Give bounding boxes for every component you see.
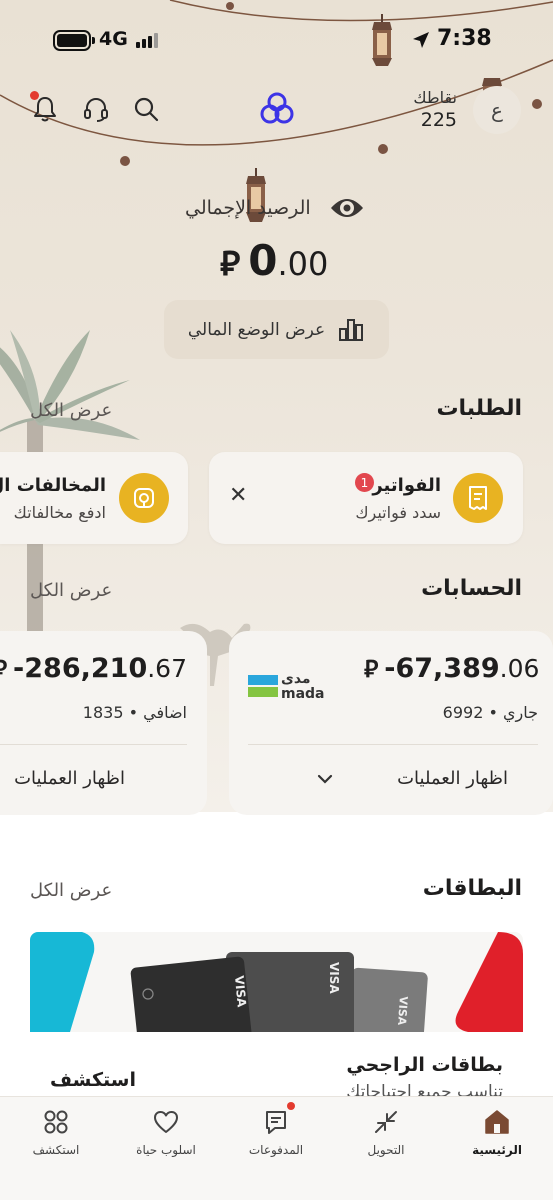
home-icon (485, 1110, 509, 1134)
nav-explore-label: استكشف (32, 1143, 80, 1157)
nav-payments-label: المدفوعات (248, 1143, 304, 1157)
close-icon[interactable]: ✕ (229, 483, 247, 508)
bar-chart-icon (339, 318, 364, 341)
credit-card-icon: VISA (130, 956, 252, 1032)
violations-subtitle: ادفع مخالفاتك (13, 503, 106, 522)
divider (248, 744, 538, 745)
bank-logo-icon (260, 92, 294, 124)
credit-card-icon: VISA (347, 967, 428, 1032)
svg-text:VISA: VISA (327, 962, 341, 994)
violations-title: المخالفات ال (0, 475, 106, 496)
balance-integer: 0 (248, 236, 278, 285)
bottom-navigation: الرئيسية التحويل المدفوعات اسلوب حياة اس… (0, 1096, 553, 1200)
nav-payments[interactable]: المدفوعات (228, 1105, 324, 1165)
transfer-icon (375, 1111, 397, 1133)
bills-subtitle: سدد فواتيرك (355, 503, 441, 522)
points-value: 225 (420, 109, 457, 131)
additional-account-show-transactions[interactable]: اظهار العمليات (14, 768, 125, 789)
avatar[interactable]: ع (473, 86, 521, 134)
bills-title: الفواتير (372, 475, 441, 496)
accounts-title: الحسابات (421, 576, 522, 601)
explore-icon (44, 1110, 68, 1134)
nav-lifestyle[interactable]: اسلوب حياة (118, 1105, 214, 1165)
current-account-show-transactions[interactable]: اظهار العمليات (397, 768, 508, 789)
additional-account-balance: ⃁ -286,210 .67 (0, 653, 187, 684)
current-account-card[interactable]: ⃁ -67,389 .06 جاري • 6992 اظهار العمليات (229, 631, 553, 815)
divider (0, 744, 187, 745)
network-label: 4G (99, 28, 128, 50)
mada-logo-ar: مدى (281, 671, 311, 687)
additional-account-balance-integer: -286,210 (13, 653, 148, 684)
search-icon (134, 97, 159, 122)
nav-lifestyle-label: اسلوب حياة (136, 1143, 196, 1157)
additional-account-balance-decimal: .67 (147, 654, 187, 683)
payments-icon (266, 1111, 286, 1134)
eye-icon[interactable] (328, 192, 366, 224)
svg-text:VISA: VISA (232, 975, 249, 1008)
nav-home-label: الرئيسية (472, 1143, 522, 1157)
clock: 7:38 (437, 26, 492, 51)
bill-icon (469, 486, 487, 510)
nav-home[interactable]: الرئيسية (449, 1105, 545, 1165)
current-account-balance-decimal: .06 (499, 654, 540, 683)
current-account-balance-integer: -67,389 (384, 653, 500, 684)
requests-title: الطلبات (436, 396, 522, 421)
points-display[interactable]: نقاطك 225 (413, 88, 457, 131)
featured-cards-title: بطاقات الراجحي (346, 1054, 503, 1076)
nav-explore[interactable]: استكشف (8, 1105, 104, 1165)
location-arrow-icon (413, 32, 429, 48)
currency-symbol: ⃁ (220, 244, 241, 284)
additional-account-type: اضافي • 1835 (82, 703, 187, 722)
status-bar: 4G 7:38 (0, 26, 553, 56)
violations-request-card[interactable]: المخالفات ال ادفع مخالفاتك (0, 452, 188, 544)
bill-icon-circle (453, 473, 503, 523)
chevron-down-icon[interactable] (316, 772, 334, 786)
bills-request-card[interactable]: الفواتير 1 سدد فواتيرك ✕ (209, 452, 523, 544)
cards-illustration: VISA VISA VISA (30, 932, 523, 1032)
mada-logo: مدى mada (248, 671, 325, 702)
nav-transfer-label: التحويل (367, 1143, 405, 1157)
svg-text:VISA: VISA (395, 996, 410, 1026)
heart-icon (154, 1111, 178, 1133)
bills-badge: 1 (355, 473, 374, 492)
violations-icon-circle (119, 473, 169, 523)
financial-overview-button[interactable]: عرض الوضع المالي (164, 300, 389, 359)
notification-dot (30, 91, 39, 100)
search-button[interactable] (131, 94, 161, 124)
points-label: نقاطك (413, 88, 457, 107)
payments-notification-dot (287, 1102, 295, 1110)
nav-transfer[interactable]: التحويل (338, 1105, 434, 1165)
current-account-balance: ⃁ -67,389 .06 (364, 653, 539, 684)
explore-card-title: استكشف (50, 1069, 136, 1091)
mada-logo-en: mada (281, 686, 325, 702)
balance-decimal: .00 (277, 245, 329, 283)
cards-info: بطاقات الراجحي تناسب جميع احتياجاتك استك… (30, 1032, 523, 1102)
signal-icon (136, 32, 162, 48)
total-balance: ⃁ 0 .00 (220, 236, 328, 285)
steering-wheel-icon (134, 488, 154, 508)
currency-symbol: ⃁ (0, 653, 7, 684)
battery-icon (53, 30, 95, 51)
cards-see-all-link[interactable]: عرض الكل (30, 880, 112, 901)
headset-icon (84, 97, 108, 122)
financial-overview-label: عرض الوضع المالي (187, 319, 326, 340)
additional-account-card[interactable]: ⃁ -286,210 .67 اضافي • 1835 اظهار العملي… (0, 631, 207, 815)
currency-symbol: ⃁ (364, 655, 379, 683)
total-balance-label: الرصيد الإجمالي (185, 197, 311, 219)
support-button[interactable] (81, 94, 111, 124)
requests-see-all-link[interactable]: عرض الكل (30, 400, 112, 421)
accounts-see-all-link[interactable]: عرض الكل (30, 580, 112, 601)
cards-title: البطاقات (422, 876, 522, 901)
current-account-type: جاري • 6992 (442, 703, 538, 722)
cards-carousel[interactable]: VISA VISA VISA بطاقات الراجحي تناسب جميع… (30, 932, 523, 1102)
